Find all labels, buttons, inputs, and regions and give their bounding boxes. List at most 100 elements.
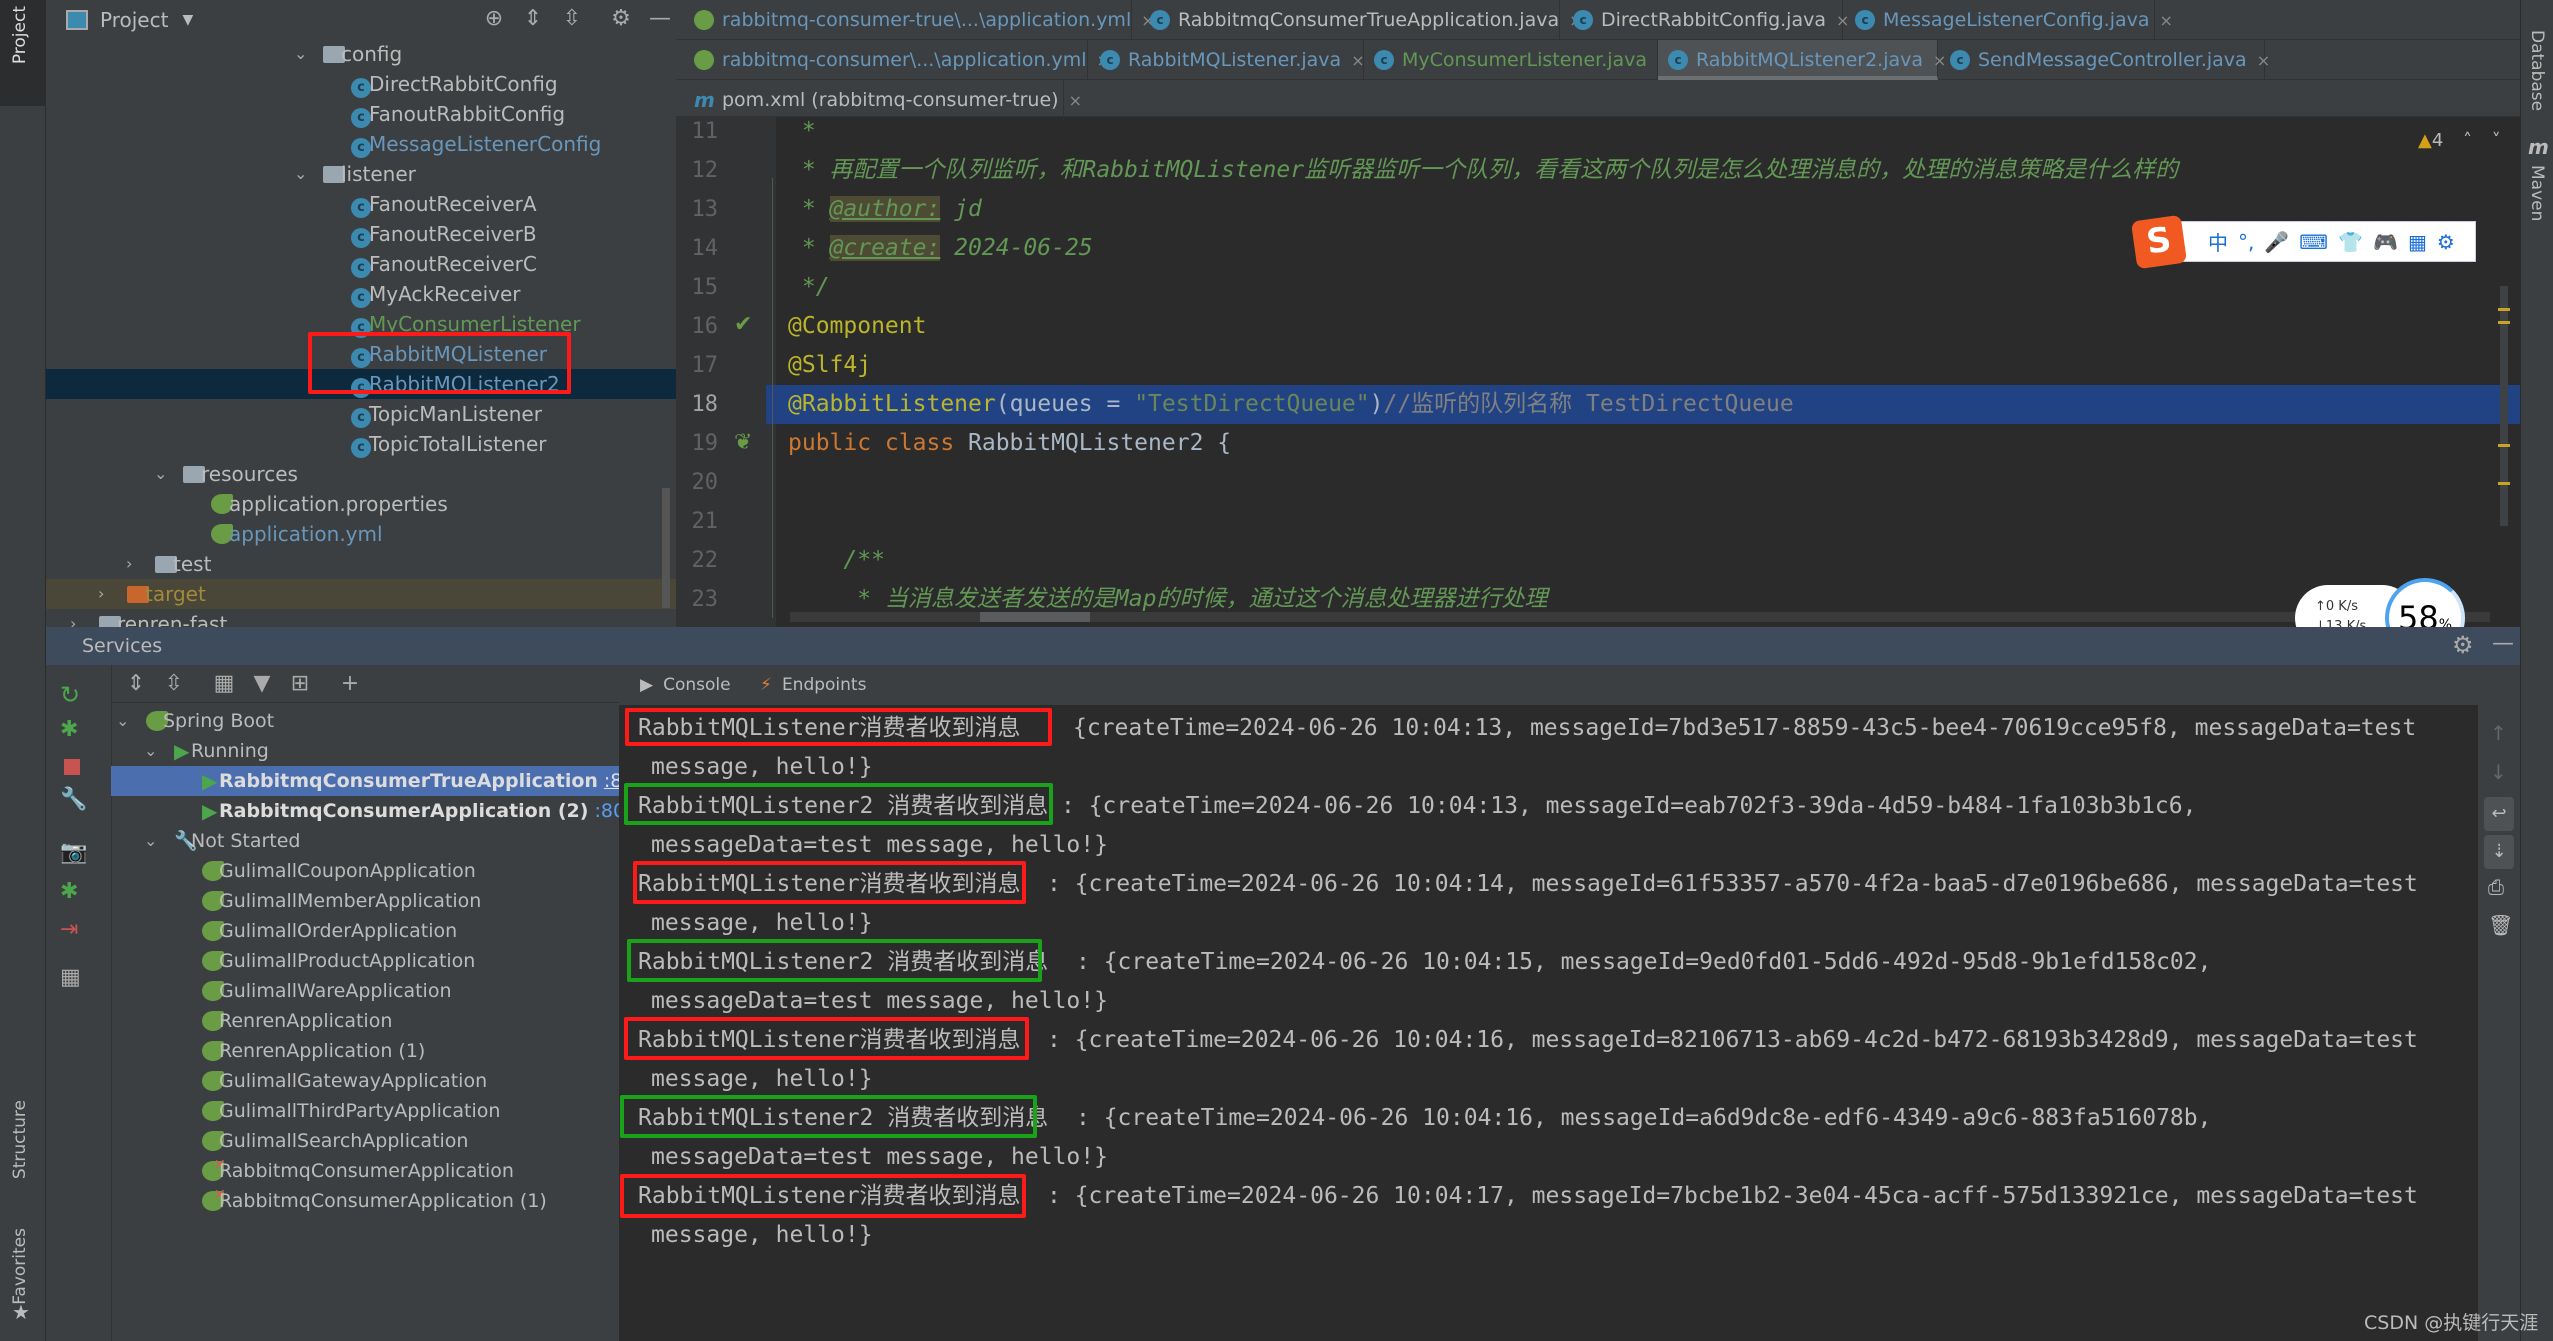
collapse-all-icon[interactable]: ⇳ [559, 6, 585, 32]
chevron-down-icon[interactable]: ⌄ [294, 159, 307, 189]
chevron-right-icon[interactable]: › [126, 549, 132, 579]
expand-all-icon[interactable]: ⇕ [123, 671, 149, 697]
code-line[interactable]: 18 @RabbitListener(queues = "TestDirectQu… [676, 385, 2520, 424]
minimize-icon[interactable]: — [647, 6, 673, 32]
warning-stripe[interactable] [2498, 308, 2510, 311]
warning-stripe[interactable] [2498, 444, 2510, 447]
tree-item[interactable]: c FanoutReceiverB [46, 219, 676, 249]
editor-tab[interactable]: c MessageListenerConfig.java × [1845, 0, 2173, 40]
editor-tab[interactable]: rabbitmq-consumer-true\...\application.y… [684, 0, 1155, 40]
close-tab-icon[interactable]: × [1069, 91, 1082, 110]
code-line[interactable]: 19 public class RabbitMQListener2 { [676, 424, 2520, 463]
code-line[interactable]: 11 * [676, 112, 2520, 151]
editor-tab[interactable]: c RabbitMQListener2.java × [1658, 40, 1946, 80]
close-tab-icon[interactable]: × [2257, 51, 2270, 70]
maven-tool-button[interactable]: Maven [2527, 165, 2547, 221]
service-item[interactable]: ▶RabbitmqConsumerTrueApplication:8022/ [111, 766, 665, 796]
project-scrollbar[interactable] [662, 488, 670, 608]
close-tab-icon[interactable]: × [2160, 11, 2173, 30]
chevron-down-icon[interactable]: ⌄ [294, 39, 307, 69]
console-tab-console[interactable]: ▶ Console [640, 665, 731, 705]
gear-icon[interactable]: ⚙ [2452, 631, 2474, 659]
chevron-down-icon[interactable]: ⌄ [116, 706, 129, 736]
tree-item[interactable]: c FanoutReceiverA [46, 189, 676, 219]
tree-item[interactable]: c MessageListenerConfig [46, 129, 676, 159]
next-highlight-icon[interactable]: ˅ [2492, 130, 2501, 151]
code-line[interactable]: 15 */ [676, 268, 2520, 307]
rerun-icon[interactable]: ↻ [60, 681, 80, 709]
debug-icon[interactable]: ✱ [60, 717, 78, 742]
service-item[interactable]: ✕ RabbitmqConsumerApplication [111, 1156, 619, 1186]
editor-tab[interactable]: cRabbitmqConsumerTrueApplication.java× [1140, 0, 1583, 40]
editor-tab[interactable]: c DirectRabbitConfig.java × [1563, 0, 1849, 40]
structure-tool-button[interactable]: Structure [10, 1100, 30, 1179]
tree-item[interactable]: application.yml [46, 519, 676, 549]
service-item[interactable]: ⌄ ▶ Running [111, 736, 619, 766]
trash-icon[interactable]: 🗑 [2488, 913, 2513, 937]
code-line[interactable]: 22 /** [676, 541, 2520, 580]
tree-item[interactable]: c TopicManListener [46, 399, 676, 429]
chevron-down-icon[interactable]: ⌄ [144, 826, 157, 856]
chevron-down-icon[interactable]: ⌄ [154, 459, 167, 489]
warning-stripe[interactable] [2498, 482, 2510, 485]
close-tab-icon[interactable]: × [1351, 51, 1364, 70]
service-item[interactable]: GulimallThirdPartyApplication [111, 1096, 619, 1126]
tree-item[interactable]: c MyAckReceiver [46, 279, 676, 309]
code-line[interactable]: 12 * 再配置一个队列监听，和RabbitMQListener监听器监听一个队… [676, 151, 2520, 190]
gear-icon[interactable]: ⚙ [608, 6, 634, 32]
editor-tab[interactable]: cMyConsumerListener.java× [1364, 40, 1670, 80]
add-service-icon[interactable]: + [337, 671, 363, 697]
code-line[interactable]: 21 [676, 502, 2520, 541]
chevron-down-icon[interactable]: ⌄ [144, 736, 157, 766]
attach-debugger-icon[interactable]: ✱ [60, 879, 78, 904]
chevron-right-icon[interactable]: › [98, 579, 104, 609]
service-item[interactable]: RenrenApplication [111, 1006, 619, 1036]
editor-tab[interactable]: c SendMessageController.java × [1940, 40, 2270, 80]
chevron-down-icon[interactable]: ▼ [182, 12, 193, 28]
warning-stripe[interactable] [2498, 321, 2510, 324]
spring-bean-gutter-icon[interactable]: ❦ [734, 430, 752, 455]
editor-horizontal-scrollbar[interactable] [790, 612, 2490, 622]
ime-button[interactable]: 👕 [2338, 230, 2363, 254]
down-arrow-icon[interactable]: ↓ [2490, 760, 2507, 784]
filter-icon[interactable]: ▼ [249, 671, 275, 697]
tree-item[interactable]: ⌄ listener [46, 159, 676, 189]
tree-item[interactable]: › renren-fast [46, 609, 676, 627]
ime-button[interactable]: ▦ [2408, 230, 2427, 254]
ime-button[interactable]: ⚙ [2437, 230, 2455, 254]
ime-toolbar[interactable]: S 中 °, 🎤 ⌨ 👕 🎮 ▦ ⚙ [2130, 214, 2476, 270]
scrollbar-thumb[interactable] [980, 612, 1090, 622]
group-by-icon[interactable]: ▦ [211, 671, 237, 697]
collapse-all-icon[interactable]: ⇳ [161, 671, 187, 697]
service-item[interactable]: ⌄ 🔧 Not Started [111, 826, 619, 856]
project-view-selector[interactable]: Project [100, 8, 168, 32]
up-arrow-icon[interactable]: ↑ [2490, 721, 2507, 745]
layout-icon[interactable]: ▦ [60, 965, 81, 990]
code-line[interactable]: 16 @Component [676, 307, 2520, 346]
tree-item[interactable]: c DirectRabbitConfig [46, 69, 676, 99]
locate-icon[interactable]: ⊕ [481, 6, 507, 32]
tree-item[interactable]: c FanoutRabbitConfig [46, 99, 676, 129]
service-item[interactable]: GulimallGatewayApplication [111, 1066, 619, 1096]
bean-gutter-icon[interactable]: ✔ [734, 312, 752, 337]
service-item[interactable]: ⌄ Spring Boot [111, 706, 619, 736]
tree-item[interactable]: ⌄ config [46, 39, 676, 69]
service-item[interactable]: RenrenApplication (1) [111, 1036, 619, 1066]
chevron-right-icon[interactable]: › [70, 609, 76, 627]
camera-icon[interactable]: 📷 [60, 840, 87, 865]
service-item[interactable]: GulimallWareApplication [111, 976, 619, 1006]
service-item[interactable]: GulimallCouponApplication [111, 856, 619, 886]
service-item[interactable]: GulimallOrderApplication [111, 916, 619, 946]
code-line[interactable]: 17 @Slf4j [676, 346, 2520, 385]
service-item[interactable]: ▶RabbitmqConsumerApplication (2):8021/ [111, 796, 656, 826]
service-item[interactable]: ✕ RabbitmqConsumerApplication (1) [111, 1186, 619, 1216]
service-item[interactable]: GulimallProductApplication [111, 946, 619, 976]
tree-item[interactable]: c TopicTotalListener [46, 429, 676, 459]
tree-item[interactable]: › target [46, 579, 676, 609]
prev-highlight-icon[interactable]: ˄ [2463, 130, 2472, 151]
service-item[interactable]: GulimallMemberApplication [111, 886, 619, 916]
print-icon[interactable]: ⎙ [2488, 875, 2504, 899]
ime-button[interactable]: 🎤 [2264, 230, 2289, 254]
new-tab-icon[interactable]: ⊞ [287, 671, 313, 697]
expand-all-icon[interactable]: ⇕ [520, 6, 546, 32]
